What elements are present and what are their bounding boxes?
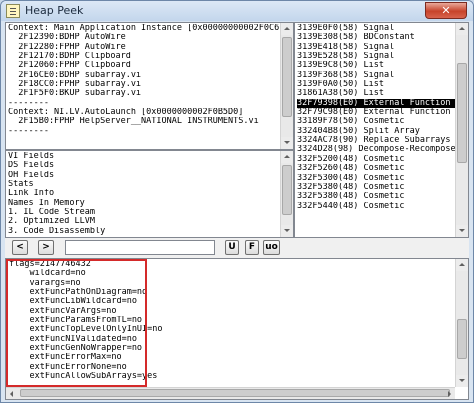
window-title: Heap Peek xyxy=(25,4,84,17)
detail-horizontal-scrollbar[interactable] xyxy=(6,387,455,399)
scroll-up-arrow-icon[interactable] xyxy=(456,23,468,35)
field-list-item[interactable]: Names In Memory xyxy=(8,199,291,208)
scroll-down-arrow-icon[interactable] xyxy=(281,137,293,149)
field-list[interactable]: VI Fields DS Fields OH Fields Stats Link Inf… xyxy=(5,150,294,238)
scroll-thumb[interactable] xyxy=(20,389,450,397)
scroll-down-arrow-icon[interactable] xyxy=(456,225,468,237)
heap-object-item[interactable]: 3139F0A0(50) List xyxy=(297,80,466,89)
heap-object-item[interactable]: 3324AC78(90) Replace Subarrays xyxy=(297,136,466,145)
field-list-item[interactable]: VI Fields xyxy=(8,152,291,161)
scroll-up-arrow-icon[interactable] xyxy=(456,259,468,271)
detail-line[interactable]: extFuncPathOnDiagram=no xyxy=(9,288,466,297)
app-icon xyxy=(6,4,20,18)
field-list-item[interactable]: 2. Optimized LLVM xyxy=(8,217,291,226)
context-list-item[interactable]: 2F12390:BDHP AutoWire xyxy=(8,33,291,42)
field-list-scrollbar[interactable] xyxy=(280,151,293,237)
detail-line[interactable]: extFuncLibWildcard=no xyxy=(9,297,466,306)
heap-object-item[interactable]: 332F5380(48) Cosmetic xyxy=(297,183,466,192)
scroll-up-arrow-icon[interactable] xyxy=(281,23,293,35)
context-list-item[interactable]: 2F1F5F0:BKUP subarray.vi xyxy=(8,89,291,98)
detail-scrollbar[interactable] xyxy=(455,259,468,387)
scroll-thumb[interactable] xyxy=(457,319,467,359)
heap-object-item[interactable]: 332F5260(48) Cosmetic xyxy=(297,164,466,173)
search-input[interactable] xyxy=(65,240,215,255)
detail-line[interactable]: extFuncNIValidated=no xyxy=(9,335,466,344)
field-list-item[interactable]: Stats xyxy=(8,180,291,189)
heap-object-list[interactable]: 3139E0F0(58) Signal 3139E308(58) BDConsta… xyxy=(294,22,469,238)
scroll-left-arrow-icon[interactable] xyxy=(6,388,18,399)
field-list-item[interactable]: Link Info xyxy=(8,189,291,198)
detail-line[interactable]: extFuncVarArgs=no xyxy=(9,307,466,316)
heap-object-item[interactable]: 3139F368(58) Signal xyxy=(297,71,466,80)
forward-button[interactable]: > xyxy=(38,240,54,255)
context-list-item[interactable]: -------- xyxy=(8,127,291,136)
heap-object-item[interactable]: 332F5300(48) Cosmetic xyxy=(297,174,466,183)
context-list-item[interactable]: 2F12060:FPHP Clipboard xyxy=(8,61,291,70)
navigation-toolbar: < > U F uo xyxy=(5,238,469,258)
detail-line[interactable]: flags=2147746432 xyxy=(9,260,466,269)
detail-line[interactable]: extFuncGenNoWrapper=no xyxy=(9,344,466,353)
detail-line[interactable]: wildcard=no xyxy=(9,269,466,278)
scroll-thumb[interactable] xyxy=(282,165,292,215)
heap-object-item[interactable]: 332F5380(48) Cosmetic xyxy=(297,192,466,201)
context-list[interactable]: Context: Main Application Instance [0x00… xyxy=(5,22,294,150)
heap-object-item[interactable]: 332F5440(48) Cosmetic xyxy=(297,202,466,211)
detail-line[interactable]: varargs=no xyxy=(9,279,466,288)
heap-object-item[interactable]: 3139E528(58) Signal xyxy=(297,52,466,61)
field-list-item[interactable]: 3. Code Disassembly xyxy=(8,227,291,236)
detail-line[interactable]: extFuncErrorMax=no xyxy=(9,353,466,362)
heap-object-item[interactable]: 3139E9C8(50) List xyxy=(297,61,466,70)
context-list-item[interactable]: 2F15B0:FPHP HelpServer__NATIONAL INSTRUM… xyxy=(8,117,291,126)
heap-object-item[interactable]: 3139E308(58) BDConstant xyxy=(297,33,466,42)
heap-object-item[interactable]: 3139E0F0(58) Signal xyxy=(297,24,466,33)
close-button[interactable]: ✕ xyxy=(425,2,467,19)
detail-line[interactable]: extFuncAllowSubArrays=yes xyxy=(9,372,466,381)
field-list-item[interactable]: 1. IL Code Stream xyxy=(8,208,291,217)
heap-object-item[interactable]: 3324D28(98) Decompose-Recompose Structur… xyxy=(297,145,466,154)
scroll-down-arrow-icon[interactable] xyxy=(456,375,468,387)
scroll-right-arrow-icon[interactable] xyxy=(443,388,455,399)
heap-object-item[interactable]: 332404B8(50) Split Array xyxy=(297,127,466,136)
heap-object-item[interactable]: 3139E418(58) Signal xyxy=(297,43,466,52)
context-list-item[interactable]: 2F12170:BDHP Clipboard xyxy=(8,52,291,61)
scroll-down-arrow-icon[interactable] xyxy=(281,225,293,237)
scroll-thumb[interactable] xyxy=(457,63,467,163)
heap-object-item[interactable]: 32F79C98(E0) External Function Node xyxy=(297,108,466,117)
context-list-item[interactable]: Context: Main Application Instance [0x00… xyxy=(8,24,291,33)
context-list-item[interactable]: -------- xyxy=(8,99,291,108)
context-list-scrollbar[interactable] xyxy=(280,23,293,149)
heap-object-item[interactable]: 332F5200(48) Cosmetic xyxy=(297,155,466,164)
client-area: Context: Main Application Instance [0x00… xyxy=(5,22,469,400)
heap-peek-window: Heap Peek ✕ Context: Main Application In… xyxy=(0,0,474,403)
f-button[interactable]: F xyxy=(245,240,259,255)
heap-object-item[interactable]: 32F79398(E0) External Function Node xyxy=(297,98,466,109)
context-list-item[interactable]: Context: NI.LV.AutoLaunch [0x0000000002F… xyxy=(8,108,291,117)
u-button[interactable]: U xyxy=(225,240,239,255)
detail-line[interactable]: extFuncParamsFromTL=no xyxy=(9,316,466,325)
scroll-thumb[interactable] xyxy=(282,37,292,117)
field-list-item[interactable]: DS Fields xyxy=(8,161,291,170)
detail-line[interactable]: extFuncErrorNone=no xyxy=(9,363,466,372)
heap-object-list-scrollbar[interactable] xyxy=(455,23,468,237)
back-button[interactable]: < xyxy=(12,240,28,255)
heap-object-item[interactable]: 33189F78(50) Cosmetic xyxy=(297,117,466,126)
title-bar[interactable]: Heap Peek ✕ xyxy=(1,1,473,21)
context-list-item[interactable]: 2F12280:FPHP AutoWire xyxy=(8,43,291,52)
detail-text-view[interactable]: flags=2147746432 wildcard=no varargs=no … xyxy=(5,258,469,400)
context-list-item[interactable]: 2F16CE0:BDHP subarray.vi xyxy=(8,71,291,80)
context-list-item[interactable]: 2F18CC0:FPHP subarray.vi xyxy=(8,80,291,89)
uo-button[interactable]: uo xyxy=(263,240,280,255)
detail-line[interactable]: extFuncTopLevelOnlyInUI=no xyxy=(9,325,466,334)
scroll-up-arrow-icon[interactable] xyxy=(281,151,293,163)
field-list-item[interactable]: OH Fields xyxy=(8,171,291,180)
heap-object-item[interactable]: 31861A38(50) List xyxy=(297,89,466,98)
